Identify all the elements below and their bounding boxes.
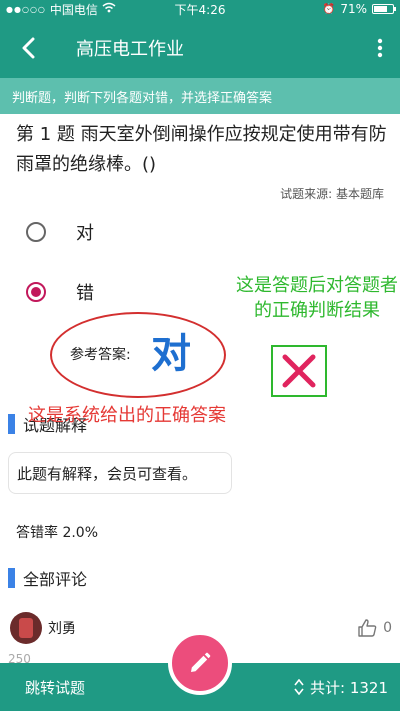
battery-icon xyxy=(372,4,396,14)
carrier-label: 中国电信 xyxy=(49,2,98,17)
avatar[interactable] xyxy=(10,612,42,644)
status-bar: ●●○○○ 中国电信 下午4:26 ⏰ 71% xyxy=(0,0,400,18)
back-arrow-icon xyxy=(22,37,35,59)
more-menu-button[interactable] xyxy=(360,18,400,78)
radio-false[interactable] xyxy=(26,282,46,302)
up-down-icon xyxy=(294,679,304,695)
annotation-correct-answer: 这是系统给出的正确答案 xyxy=(28,405,226,426)
write-comment-button[interactable] xyxy=(168,631,232,695)
pencil-icon xyxy=(191,652,211,672)
option-true[interactable]: 对 xyxy=(26,212,226,252)
option-true-label: 对 xyxy=(76,223,94,244)
page: ●●○○○ 中国电信 下午4:26 ⏰ 71% 高压电工作业 判断题，判断下列各… xyxy=(0,0,400,711)
cross-icon xyxy=(282,354,316,388)
like-button[interactable]: 0 xyxy=(357,619,392,637)
reference-answer-value: 对 xyxy=(151,331,191,377)
section-marker xyxy=(8,414,15,434)
battery-fill xyxy=(374,6,387,12)
reference-answer-label: 参考答案: xyxy=(70,347,131,363)
status-right: ⏰ 71% xyxy=(322,2,396,16)
option-false-label: 错 xyxy=(76,283,94,304)
like-count: 0 xyxy=(383,620,392,636)
wifi-icon xyxy=(102,2,116,16)
radio-true[interactable] xyxy=(26,222,46,242)
thumb-up-icon xyxy=(358,619,377,637)
comments-title: 全部评论 xyxy=(23,570,88,589)
option-false[interactable]: 错 xyxy=(26,272,226,312)
question-source: 试题来源: 基本题库 xyxy=(280,187,384,201)
question-text: 第 1 题 雨天室外倒闸操作应按规定使用带有防雨罩的绝缘棒。() xyxy=(16,124,387,175)
alarm-icon: ⏰ xyxy=(322,3,336,15)
annotation-judgement: 这是答题后对答题者的正确判断结果 xyxy=(236,275,398,321)
nav-bar: 高压电工作业 xyxy=(0,18,400,78)
question-total-label: 共计: 1321 xyxy=(310,678,388,697)
section-marker xyxy=(8,568,15,588)
back-button[interactable] xyxy=(0,18,56,78)
comment-username: 刘勇 xyxy=(48,621,76,637)
question-total[interactable]: 共计: 1321 xyxy=(294,677,388,698)
comments-header: 全部评论 xyxy=(8,568,88,589)
battery-label: 71% xyxy=(340,2,367,16)
explanation-box[interactable]: 此题有解释，会员可查看。 xyxy=(8,452,232,494)
jump-question-button[interactable]: 跳转试题 xyxy=(25,677,85,698)
wrong-result-box xyxy=(271,345,327,397)
question-instruction: 判断题，判断下列各题对错，并选择正确答案 xyxy=(0,78,400,114)
page-title: 高压电工作业 xyxy=(76,39,184,60)
error-rate: 答错率 2.0% xyxy=(16,525,99,541)
more-vertical-icon xyxy=(377,38,383,58)
signal-icon: ●●○○○ xyxy=(6,4,46,14)
status-left: ●●○○○ 中国电信 xyxy=(6,1,116,18)
